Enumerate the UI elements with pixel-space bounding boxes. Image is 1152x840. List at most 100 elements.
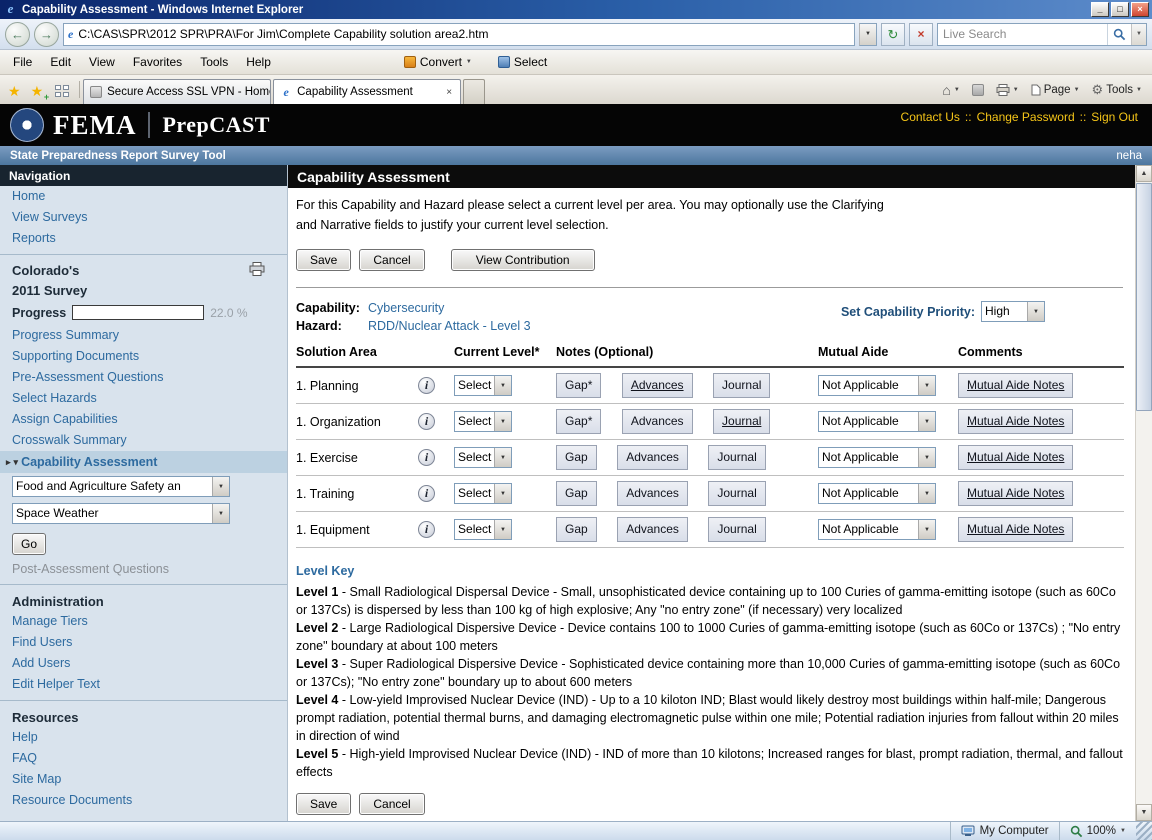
journal-button[interactable]: Journal [713,373,770,398]
search-icon[interactable] [1107,24,1131,45]
info-icon[interactable]: i [418,449,435,466]
minimize-button[interactable]: _ [1091,2,1109,17]
restore-button[interactable]: □ [1111,2,1129,17]
sidebar-item-manage-tiers[interactable]: Manage Tiers [0,611,287,632]
quick-tabs-button[interactable] [48,79,76,103]
advances-button[interactable]: Advances [617,517,688,542]
journal-button[interactable]: Journal [708,517,765,542]
advances-button[interactable]: Advances [622,373,693,398]
info-icon[interactable]: i [418,485,435,502]
add-favorite-button[interactable]: ★ + [26,79,49,103]
tools-menu-button[interactable]: ⚙ Tools ▼ [1087,79,1147,101]
gap-button[interactable]: Gap [556,517,597,542]
convert-button[interactable]: Convert ▼ [398,53,478,71]
sidebar-item-resource-documents[interactable]: Resource Documents [0,790,287,811]
mutual-aide-notes-button[interactable]: Mutual Aide Notes [958,373,1073,398]
back-button[interactable]: ← [5,22,30,47]
current-level-select[interactable]: Select▼ [454,375,512,396]
contact-us-link[interactable]: Contact Us [901,110,960,124]
sidebar-item-home[interactable]: Home [0,186,287,207]
info-icon[interactable]: i [418,521,435,538]
mutual-aide-notes-button[interactable]: Mutual Aide Notes [958,409,1073,434]
go-button[interactable]: Go [12,533,46,555]
gap-button[interactable]: Gap* [556,409,601,434]
current-level-select[interactable]: Select▼ [454,411,512,432]
sidebar-item-faq[interactable]: FAQ [0,748,287,769]
tab-capability-assessment[interactable]: e Capability Assessment × [273,79,461,104]
mutual-aide-notes-button[interactable]: Mutual Aide Notes [958,445,1073,470]
capability-value-link[interactable]: Cybersecurity [368,301,444,315]
priority-select[interactable]: High ▼ [981,301,1045,322]
sidebar-item-find-users[interactable]: Find Users [0,632,287,653]
sign-out-link[interactable]: Sign Out [1091,110,1138,124]
gap-button[interactable]: Gap* [556,373,601,398]
advances-button[interactable]: Advances [622,409,693,434]
print-survey-button[interactable] [249,262,265,279]
stop-button[interactable]: × [909,23,933,46]
sidebar-item-help[interactable]: Help [0,727,287,748]
menu-help[interactable]: Help [237,51,280,73]
menu-file[interactable]: File [4,51,41,73]
sidebar-item-capability-assessment[interactable]: ▸ ▾ Capability Assessment [0,451,287,473]
mutual-aide-select[interactable]: Not Applicable▼ [818,483,936,504]
mutual-aide-notes-button[interactable]: Mutual Aide Notes [958,481,1073,506]
sidebar-item-add-users[interactable]: Add Users [0,653,287,674]
current-level-select[interactable]: Select▼ [454,519,512,540]
hazard-value-link[interactable]: RDD/Nuclear Attack - Level 3 [368,319,531,333]
current-level-select[interactable]: Select▼ [454,483,512,504]
search-dropdown-button[interactable]: ▼ [1131,24,1146,45]
sidebar-item-assign-capabilities[interactable]: Assign Capabilities [0,409,287,430]
change-password-link[interactable]: Change Password [977,110,1075,124]
menu-favorites[interactable]: Favorites [124,51,191,73]
scroll-down-button[interactable]: ▼ [1136,804,1152,821]
save-button-bottom[interactable]: Save [296,793,351,815]
mutual-aide-notes-button[interactable]: Mutual Aide Notes [958,517,1073,542]
address-dropdown-button[interactable]: ▼ [859,23,877,46]
scroll-track[interactable] [1136,182,1152,804]
sidebar-item-reports[interactable]: Reports [0,228,287,249]
view-contribution-button[interactable]: View Contribution [451,249,595,271]
mutual-aide-select[interactable]: Not Applicable▼ [818,411,936,432]
sidebar-item-crosswalk-summary[interactable]: Crosswalk Summary [0,430,287,451]
mutual-aide-select[interactable]: Not Applicable▼ [818,447,936,468]
close-button[interactable]: × [1131,2,1149,17]
select-button[interactable]: Select [492,53,553,71]
hazard-select[interactable]: Space Weather ▼ [12,503,230,524]
print-button[interactable]: ▼ [991,81,1024,99]
gap-button[interactable]: Gap [556,481,597,506]
zoom-control[interactable]: 100% ▼ [1059,822,1136,840]
vertical-scrollbar[interactable]: ▲ ▼ [1135,165,1152,821]
sidebar-item-view-surveys[interactable]: View Surveys [0,207,287,228]
scroll-thumb[interactable] [1136,183,1152,411]
cancel-button-bottom[interactable]: Cancel [359,793,424,815]
mutual-aide-select[interactable]: Not Applicable▼ [818,519,936,540]
journal-button[interactable]: Journal [708,481,765,506]
advances-button[interactable]: Advances [617,445,688,470]
sidebar-item-progress-summary[interactable]: Progress Summary [0,325,287,346]
journal-button[interactable]: Journal [708,445,765,470]
sidebar-item-site-map[interactable]: Site Map [0,769,287,790]
address-text[interactable]: C:\CAS\SPR\2012 SPR\PRA\For Jim\Complete… [78,27,854,41]
search-input[interactable]: Live Search [938,27,1107,41]
page-menu-button[interactable]: Page ▼ [1026,81,1085,99]
scroll-up-button[interactable]: ▲ [1136,165,1152,182]
menu-tools[interactable]: Tools [191,51,237,73]
current-level-select[interactable]: Select▼ [454,447,512,468]
tab-close-icon[interactable]: × [444,87,454,98]
sidebar-item-supporting-documents[interactable]: Supporting Documents [0,346,287,367]
sidebar-item-select-hazards[interactable]: Select Hazards [0,388,287,409]
resize-grip[interactable] [1136,822,1152,840]
info-icon[interactable]: i [418,413,435,430]
menu-view[interactable]: View [80,51,124,73]
new-tab-stub[interactable] [463,79,485,104]
advances-button[interactable]: Advances [617,481,688,506]
home-button[interactable]: ⌂ ▼ [937,79,964,101]
tab-ssl-vpn[interactable]: Secure Access SSL VPN - Home [83,79,271,104]
gap-button[interactable]: Gap [556,445,597,470]
menu-edit[interactable]: Edit [41,51,80,73]
refresh-button[interactable]: ↻ [881,23,905,46]
sidebar-item-edit-helper-text[interactable]: Edit Helper Text [0,674,287,695]
feeds-button[interactable] [967,81,989,99]
save-button[interactable]: Save [296,249,351,271]
cancel-button[interactable]: Cancel [359,249,424,271]
